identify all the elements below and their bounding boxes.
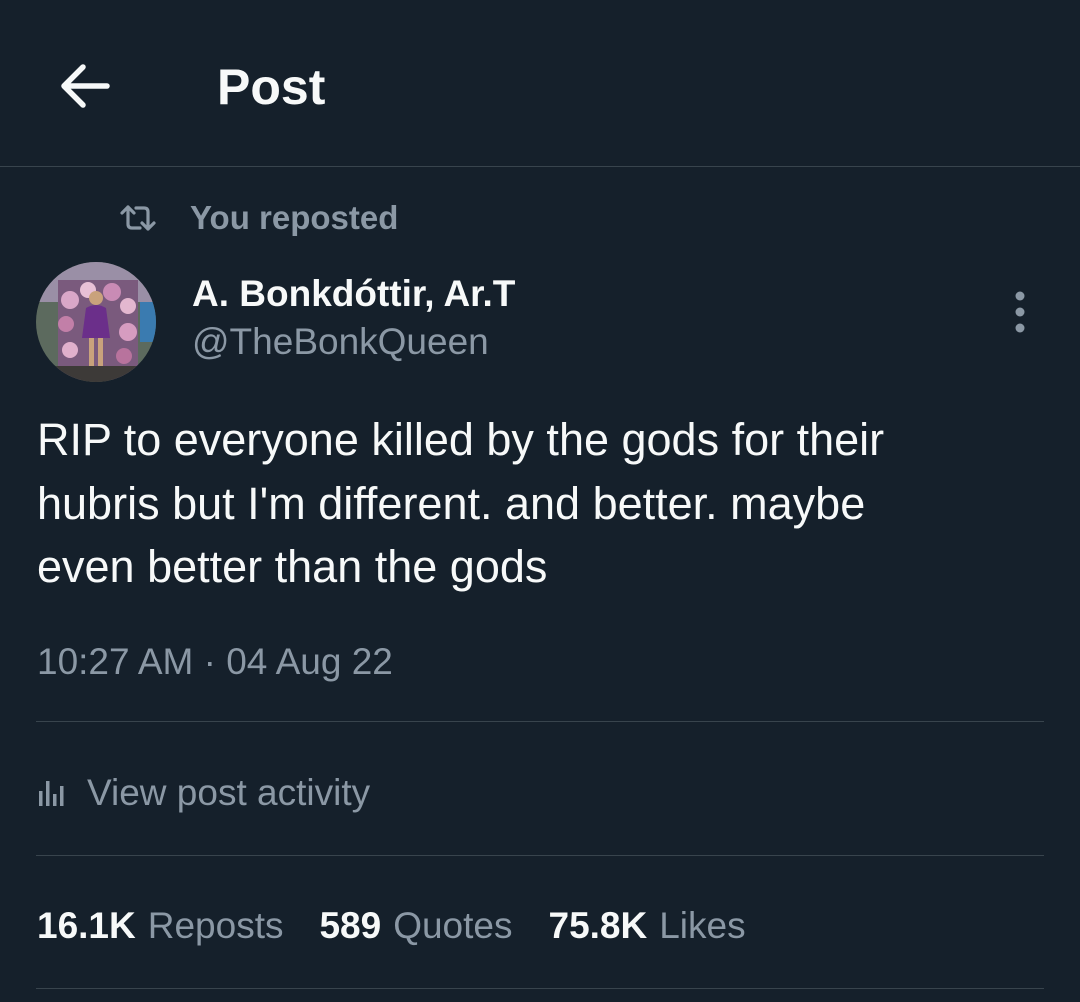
likes-count: 75.8K [548, 905, 648, 946]
view-post-activity-label: View post activity [87, 772, 371, 813]
reposts-count: 16.1K [37, 905, 136, 946]
post-text-line: RIP to everyone killed by the gods for t… [37, 414, 885, 465]
quotes-stat[interactable]: 589 Quotes [319, 905, 512, 947]
engagement-stats: 16.1K Reposts 589 Quotes 75.8K Likes [37, 900, 782, 952]
likes-stat[interactable]: 75.8K Likes [549, 905, 746, 947]
reposts-label: Reposts [147, 905, 284, 946]
divider [36, 988, 1044, 989]
repost-label: You reposted [190, 199, 399, 236]
analytics-icon [37, 778, 71, 808]
post-timestamp[interactable]: 10:27 AM · 04 Aug 22 [37, 637, 393, 687]
divider [36, 721, 1044, 722]
repost-context: You reposted [118, 196, 398, 240]
quotes-label: Quotes [393, 905, 513, 946]
reposts-stat[interactable]: 16.1K Reposts [37, 905, 283, 947]
divider [36, 855, 1044, 856]
more-options-button[interactable] [996, 284, 1044, 340]
page-title: Post [217, 59, 326, 115]
author-name[interactable]: A. Bonkdóttir, Ar.T [192, 272, 515, 316]
post-text-line: even better than the gods [37, 541, 548, 592]
repost-icon [118, 203, 162, 233]
likes-label: Likes [659, 905, 746, 946]
arrow-left-icon [61, 64, 110, 108]
author-handle[interactable]: @TheBonkQueen [192, 320, 489, 364]
view-post-activity-button[interactable]: View post activity [37, 767, 370, 819]
more-vertical-icon [1015, 291, 1025, 333]
post-text-line: hubris but I'm different. and better. ma… [37, 477, 866, 529]
avatar[interactable] [36, 262, 156, 382]
post-text: RIP to everyone killed by the gods for t… [37, 408, 1047, 599]
top-bar: Post [0, 0, 1080, 167]
back-button[interactable] [52, 56, 116, 116]
quotes-count: 589 [319, 905, 382, 946]
